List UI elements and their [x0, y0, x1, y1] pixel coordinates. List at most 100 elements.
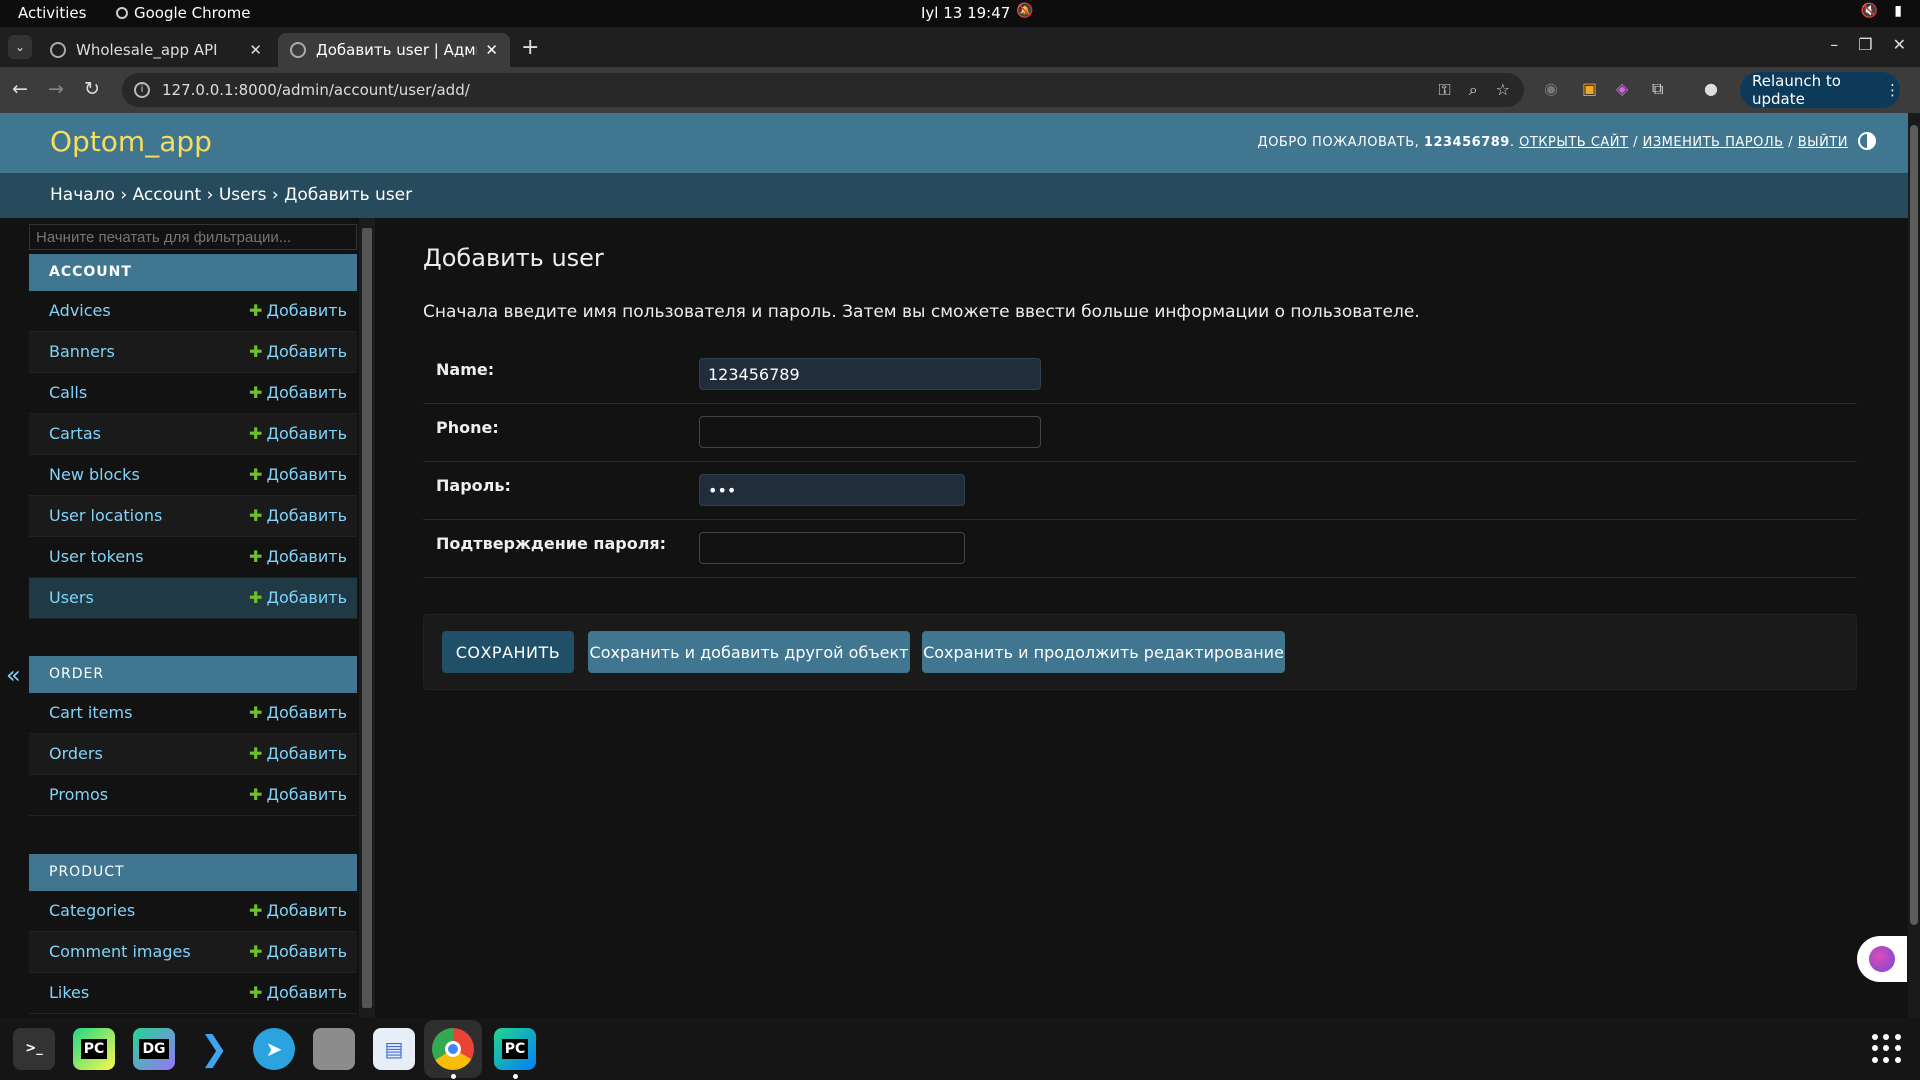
- save-and-add-another-button[interactable]: Сохранить и добавить другой объект: [588, 631, 910, 673]
- model-link[interactable]: Cart items: [49, 703, 132, 722]
- add-link[interactable]: ✚ Добавить: [249, 342, 347, 361]
- close-window-icon[interactable]: ✕: [1893, 35, 1906, 54]
- add-link[interactable]: ✚ Добавить: [249, 383, 347, 402]
- profile-avatar-icon[interactable]: ●: [1704, 79, 1718, 98]
- files-icon[interactable]: [313, 1028, 355, 1070]
- sidebar-item-calls[interactable]: Calls ✚ Добавить: [29, 373, 357, 414]
- system-tray[interactable]: 🔇 ▮: [1861, 3, 1902, 19]
- phone-field[interactable]: [699, 416, 1041, 448]
- model-link[interactable]: Banners: [49, 342, 115, 361]
- add-link[interactable]: ✚ Добавить: [249, 547, 347, 566]
- view-site-link[interactable]: ОТКРЫТЬ САЙТ: [1519, 135, 1628, 150]
- sidebar-item-banners[interactable]: Banners ✚ Добавить: [29, 332, 357, 373]
- sidebar-scroll-thumb[interactable]: [362, 228, 372, 1008]
- module-caption-order[interactable]: ORDER: [29, 656, 357, 693]
- logout-link[interactable]: ВЫЙТИ: [1798, 135, 1848, 150]
- add-link[interactable]: ✚ Добавить: [249, 424, 347, 443]
- clock[interactable]: Iyl 13 19:47: [921, 4, 1010, 22]
- sidebar-item-comment-images[interactable]: Comment images ✚ Добавить: [29, 932, 357, 973]
- sidebar-item-user-tokens[interactable]: User tokens ✚ Добавить: [29, 537, 357, 578]
- kebab-menu-icon[interactable]: ⋮: [1885, 81, 1900, 99]
- extension-brain-icon[interactable]: ◈: [1616, 79, 1628, 98]
- model-link[interactable]: Categories: [49, 901, 135, 920]
- relaunch-button[interactable]: Relaunch to update ⋮: [1740, 72, 1900, 108]
- sidebar-scrollbar[interactable]: [359, 218, 375, 1018]
- model-link[interactable]: Promos: [49, 785, 108, 804]
- new-tab-plus-icon[interactable]: +: [521, 35, 539, 60]
- vscode-icon[interactable]: ❯: [193, 1028, 235, 1070]
- name-field[interactable]: [699, 358, 1041, 390]
- sidebar-item-cart-items[interactable]: Cart items ✚ Добавить: [29, 693, 357, 734]
- password-confirm-field[interactable]: [699, 532, 965, 564]
- pycharm-icon[interactable]: PC: [73, 1028, 115, 1070]
- add-link[interactable]: ✚ Добавить: [249, 506, 347, 525]
- add-link[interactable]: ✚ Добавить: [249, 785, 347, 804]
- text-editor-icon[interactable]: ▤: [373, 1028, 415, 1070]
- module-caption-product[interactable]: PRODUCT: [29, 854, 357, 891]
- add-link[interactable]: ✚ Добавить: [249, 983, 347, 1002]
- close-tab-icon[interactable]: ✕: [249, 41, 262, 59]
- theme-toggle-icon[interactable]: [1858, 132, 1876, 150]
- model-link[interactable]: Advices: [49, 301, 111, 320]
- datagrip-icon[interactable]: DG: [133, 1028, 175, 1070]
- telegram-icon[interactable]: ➤: [253, 1028, 295, 1070]
- sidebar-item-orders[interactable]: Orders ✚ Добавить: [29, 734, 357, 775]
- add-link[interactable]: ✚ Добавить: [249, 942, 347, 961]
- extensions-puzzle-icon[interactable]: ⧉: [1652, 79, 1663, 99]
- model-link[interactable]: Cartas: [49, 424, 101, 443]
- minimize-icon[interactable]: –: [1830, 35, 1838, 54]
- chrome-icon[interactable]: [432, 1028, 474, 1070]
- breadcrumb-app[interactable]: Account: [133, 185, 202, 205]
- model-link[interactable]: User tokens: [49, 547, 144, 566]
- model-link[interactable]: Calls: [49, 383, 87, 402]
- reload-icon[interactable]: ↻: [84, 78, 100, 100]
- add-link[interactable]: ✚ Добавить: [249, 301, 347, 320]
- page-scroll-thumb[interactable]: [1910, 125, 1918, 925]
- show-apps-grid-icon[interactable]: [1872, 1034, 1902, 1064]
- breadcrumb-home[interactable]: Начало: [50, 185, 115, 205]
- extension-orange-icon[interactable]: ▣: [1582, 79, 1597, 98]
- model-link[interactable]: New blocks: [49, 465, 140, 484]
- password-key-icon[interactable]: ⚿: [1439, 80, 1451, 100]
- activities-button[interactable]: Activities: [18, 4, 86, 22]
- address-bar[interactable]: i 127.0.0.1:8000/admin/account/user/add/…: [122, 73, 1524, 107]
- sidebar-item-users[interactable]: Users ✚ Добавить: [29, 578, 357, 619]
- sidebar-filter-input[interactable]: [29, 224, 357, 250]
- password-field[interactable]: [699, 474, 965, 506]
- add-link[interactable]: ✚ Добавить: [249, 465, 347, 484]
- active-app-menu[interactable]: Google Chrome: [116, 4, 251, 22]
- pycharm-ce-icon[interactable]: PC: [494, 1028, 536, 1070]
- module-caption-account[interactable]: ACCOUNT: [29, 254, 357, 291]
- change-password-link[interactable]: ИЗМЕНИТЬ ПАРОЛЬ: [1643, 135, 1784, 150]
- site-branding[interactable]: Optom_app: [50, 125, 212, 158]
- restore-icon[interactable]: ❐: [1858, 35, 1872, 54]
- model-link[interactable]: Comment images: [49, 942, 191, 961]
- sidebar-item-categories[interactable]: Categories ✚ Добавить: [29, 891, 357, 932]
- add-link[interactable]: ✚ Добавить: [249, 744, 347, 763]
- bookmark-star-icon[interactable]: ☆: [1496, 80, 1510, 100]
- tab-add-user[interactable]: Добавить user | Админи ✕: [278, 33, 510, 67]
- tab-search-chevron-icon[interactable]: ⌄: [8, 35, 32, 59]
- terminal-icon[interactable]: >_: [13, 1028, 55, 1070]
- cast-icon[interactable]: ◉: [1544, 79, 1558, 98]
- back-arrow-icon[interactable]: ←: [12, 78, 28, 100]
- url-text[interactable]: 127.0.0.1:8000/admin/account/user/add/: [162, 81, 470, 99]
- breadcrumb-model[interactable]: Users: [219, 185, 267, 205]
- page-scrollbar[interactable]: [1908, 113, 1920, 1018]
- save-and-continue-button[interactable]: Сохранить и продолжить редактирование: [922, 631, 1285, 673]
- sidebar-item-cartas[interactable]: Cartas ✚ Добавить: [29, 414, 357, 455]
- sidebar-item-user-locations[interactable]: User locations ✚ Добавить: [29, 496, 357, 537]
- model-link[interactable]: Users: [49, 588, 94, 607]
- model-link[interactable]: Likes: [49, 983, 89, 1002]
- save-button[interactable]: СОХРАНИТЬ: [442, 631, 574, 673]
- sidebar-item-promos[interactable]: Promos ✚ Добавить: [29, 775, 357, 816]
- add-link[interactable]: ✚ Добавить: [249, 588, 347, 607]
- sidebar-item-new-blocks[interactable]: New blocks ✚ Добавить: [29, 455, 357, 496]
- add-link[interactable]: ✚ Добавить: [249, 901, 347, 920]
- collapse-sidebar-icon[interactable]: «: [6, 661, 21, 689]
- tab-wholesale-api[interactable]: Wholesale_app API ✕: [38, 33, 274, 67]
- model-link[interactable]: User locations: [49, 506, 162, 525]
- close-tab-icon[interactable]: ✕: [485, 41, 498, 59]
- zoom-icon[interactable]: ⌕: [1469, 80, 1478, 100]
- sidebar-item-likes[interactable]: Likes ✚ Добавить: [29, 973, 357, 1014]
